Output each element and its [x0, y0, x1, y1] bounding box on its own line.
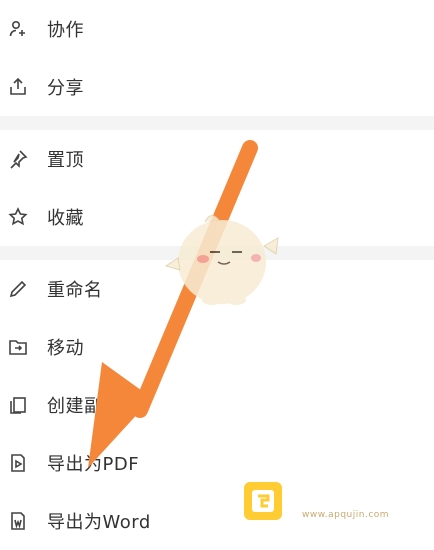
copy-icon: [8, 395, 28, 415]
menu-item-share[interactable]: 分享: [0, 58, 434, 116]
menu-item-move[interactable]: 移动: [0, 318, 434, 376]
watermark-text: 安全软件园: [290, 486, 395, 511]
watermark-url: www.apqujin.com: [302, 510, 390, 520]
watermark: 安全软件园 www.apqujin.com: [236, 474, 432, 528]
pdf-file-icon: [8, 453, 28, 473]
menu-item-label: 导出为Word: [47, 512, 151, 533]
menu-item-label: 重命名: [47, 280, 103, 301]
menu-item-favorite[interactable]: 收藏: [0, 188, 434, 246]
add-person-icon: [8, 19, 28, 39]
menu-item-label: 置顶: [47, 150, 84, 171]
pencil-icon: [8, 279, 28, 299]
menu-item-pin[interactable]: 置顶: [0, 130, 434, 188]
section-divider: [0, 246, 434, 260]
menu-item-label: 导出为PDF: [47, 454, 140, 475]
section-divider: [0, 116, 434, 130]
menu-item-rename[interactable]: 重命名: [0, 260, 434, 318]
menu-item-duplicate[interactable]: 创建副: [0, 376, 434, 434]
menu-item-label: 创建副: [47, 396, 103, 417]
menu-item-label: 协作: [47, 20, 84, 41]
pin-icon: [8, 149, 28, 169]
menu-item-label: 移动: [47, 338, 84, 359]
word-file-icon: [8, 511, 28, 531]
context-menu: 协作 分享 置顶 收藏 重命名 移动 创建副 导出为PDF 导出为Word: [0, 0, 434, 550]
folder-move-icon: [8, 337, 28, 357]
star-icon: [8, 207, 28, 227]
watermark-logo-icon: [244, 482, 282, 520]
menu-item-collaborate[interactable]: 协作: [0, 0, 434, 58]
share-icon: [8, 77, 28, 97]
menu-item-label: 收藏: [47, 208, 84, 229]
menu-item-label: 分享: [47, 78, 84, 99]
